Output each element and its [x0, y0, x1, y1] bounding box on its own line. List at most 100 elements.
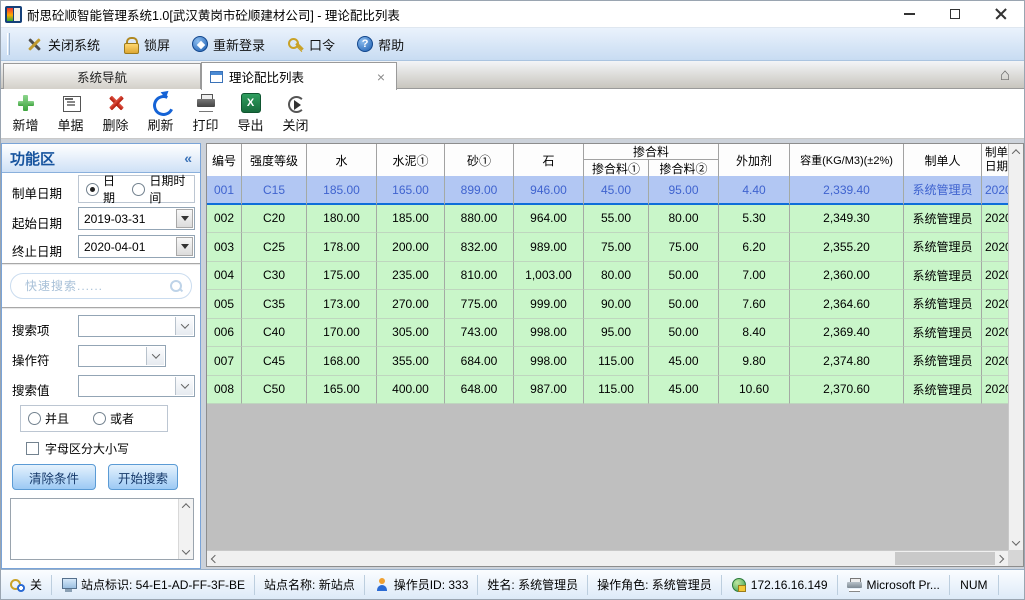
menu-lock-screen[interactable]: 锁屏	[115, 32, 177, 57]
delete-button[interactable]: 删除	[93, 93, 138, 134]
table-cell: 165.00	[377, 176, 445, 205]
scroll-left-icon[interactable]	[207, 551, 223, 566]
tab-theoretical-mix-list[interactable]: 理论配比列表	[201, 62, 397, 90]
column-header-density[interactable]: 容重(KG/M3)(±2%)	[790, 144, 904, 176]
operator-combobox[interactable]	[78, 345, 166, 367]
column-header-additive[interactable]: 外加剂	[719, 144, 790, 176]
home-button[interactable]	[994, 65, 1016, 85]
scroll-down-icon[interactable]	[1009, 535, 1023, 550]
close-view-button[interactable]: 关闭	[273, 93, 318, 134]
table-row[interactable]: 007C45168.00355.00684.00998.00115.0045.0…	[207, 347, 1008, 376]
table-cell: 2020	[982, 319, 1008, 348]
print-button[interactable]: 打印	[183, 93, 228, 134]
radio-date[interactable]: 日期	[86, 172, 120, 206]
column-header-sand[interactable]: 砂①	[445, 144, 514, 176]
dropdown-arrow-icon[interactable]	[176, 209, 193, 228]
end-date-combobox[interactable]: 2020-04-01	[78, 235, 195, 258]
column-header-stone[interactable]: 石	[514, 144, 584, 176]
scrollbar-thumb[interactable]	[895, 552, 995, 565]
table-cell: 008	[207, 376, 242, 405]
dropdown-arrow-icon[interactable]	[176, 237, 193, 256]
column-header-date[interactable]: 制单日期	[982, 144, 1008, 176]
search-value-combobox[interactable]	[78, 375, 195, 397]
table-cell: 200.00	[377, 233, 445, 262]
table-cell: 810.00	[445, 262, 514, 291]
search-result-listbox[interactable]	[10, 498, 194, 560]
radio-datetime[interactable]: 日期时间	[132, 172, 187, 206]
clear-conditions-button[interactable]: 清除条件	[12, 464, 96, 490]
column-header-creator[interactable]: 制单人	[904, 144, 982, 176]
export-button[interactable]: 导出	[228, 93, 273, 134]
search-field-combobox[interactable]	[78, 315, 195, 337]
table-cell: 743.00	[445, 319, 514, 348]
column-header-water[interactable]: 水	[307, 144, 377, 176]
add-button[interactable]: 新增	[3, 93, 48, 134]
table-cell: C25	[242, 233, 307, 262]
maximize-icon	[950, 9, 960, 19]
table-row[interactable]: 003C25178.00200.00832.00989.0075.0075.00…	[207, 233, 1008, 262]
dropdown-chevron-icon[interactable]	[146, 347, 164, 365]
table-cell: 001	[207, 176, 242, 205]
table-row[interactable]: 002C20180.00185.00880.00964.0055.0080.00…	[207, 205, 1008, 234]
tab-system-navigation[interactable]: 系统导航	[3, 63, 201, 89]
menu-help[interactable]: 帮助	[350, 32, 411, 57]
column-header-id[interactable]: 编号	[207, 144, 242, 176]
table-cell: C50	[242, 376, 307, 405]
table-cell: 987.00	[514, 376, 584, 405]
menu-close-system[interactable]: 关闭系统	[19, 32, 107, 57]
tab-close-icon[interactable]	[374, 70, 388, 84]
search-icon[interactable]	[169, 279, 183, 293]
status-operator-name: 姓名: 系统管理员	[478, 575, 588, 595]
listbox-scrollbar[interactable]	[178, 499, 193, 559]
radio-or[interactable]: 或者	[93, 410, 134, 427]
table-cell: 175.00	[307, 262, 377, 291]
table-row[interactable]: 004C30175.00235.00810.001,003.0080.0050.…	[207, 262, 1008, 291]
scroll-right-icon[interactable]	[992, 551, 1008, 566]
close-button[interactable]	[978, 1, 1024, 27]
table-row[interactable]: 001C15185.00165.00899.00946.0045.0095.00…	[207, 176, 1008, 205]
minimize-button[interactable]	[886, 1, 932, 27]
document-button[interactable]: 单据	[48, 93, 93, 134]
table-cell: 45.00	[584, 176, 649, 205]
table-cell: 2,349.30	[790, 205, 904, 234]
horizontal-scrollbar[interactable]	[207, 550, 1008, 566]
start-search-button[interactable]: 开始搜索	[108, 464, 178, 490]
status-item: 关	[1, 575, 52, 595]
column-header-cement[interactable]: 水泥①	[377, 144, 445, 176]
date-mode-group: 日期 日期时间	[78, 175, 195, 203]
column-group-header[interactable]: 掺合料	[584, 144, 719, 160]
scroll-down-icon[interactable]	[179, 545, 193, 559]
start-date-label: 起始日期	[12, 213, 62, 232]
radio-and[interactable]: 并且	[28, 410, 69, 427]
logic-group: 并且 或者	[20, 405, 168, 432]
table-cell: 75.00	[584, 233, 649, 262]
menu-label: 帮助	[378, 35, 404, 54]
column-header-admixture1[interactable]: 掺合料①	[584, 160, 649, 176]
table-row[interactable]: 005C35173.00270.00775.00999.0090.0050.00…	[207, 290, 1008, 319]
make-date-label: 制单日期	[12, 183, 62, 202]
collapse-panel-icon[interactable]: «	[184, 150, 192, 166]
dropdown-chevron-icon[interactable]	[175, 377, 193, 395]
case-sensitive-checkbox[interactable]: 字母区分大小写	[26, 440, 129, 457]
table-row[interactable]: 008C50165.00400.00648.00987.00115.0045.0…	[207, 376, 1008, 405]
menu-password[interactable]: 口令	[280, 32, 342, 57]
maximize-button[interactable]	[932, 1, 978, 27]
dropdown-chevron-icon[interactable]	[175, 317, 193, 335]
column-header-admixture2[interactable]: 掺合料②	[649, 160, 719, 176]
table-cell: 989.00	[514, 233, 584, 262]
table-row[interactable]: 006C40170.00305.00743.00998.0095.0050.00…	[207, 319, 1008, 348]
start-date-combobox[interactable]: 2019-03-31	[78, 207, 195, 230]
table-cell: 1,003.00	[514, 262, 584, 291]
table-cell: 50.00	[649, 290, 719, 319]
quick-search-box[interactable]	[10, 273, 192, 299]
scroll-up-icon[interactable]	[179, 499, 193, 513]
quick-search-input[interactable]	[25, 279, 169, 293]
tab-bar: 系统导航 理论配比列表	[1, 61, 1024, 89]
scroll-up-icon[interactable]	[1009, 144, 1023, 159]
column-header-strength[interactable]: 强度等级	[242, 144, 307, 176]
table-cell: 684.00	[445, 347, 514, 376]
menu-relogin[interactable]: 重新登录	[185, 32, 272, 57]
vertical-scrollbar[interactable]	[1008, 144, 1023, 550]
table-cell: 2020	[982, 233, 1008, 262]
refresh-button[interactable]: 刷新	[138, 93, 183, 134]
